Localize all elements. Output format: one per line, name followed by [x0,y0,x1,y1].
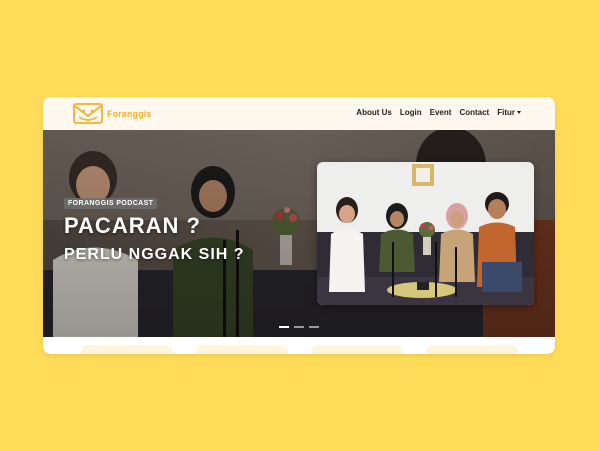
feature-card[interactable] [81,345,173,354]
hero-subheadline: PERLU NGGAK SIH ? [64,246,245,263]
carousel-indicator[interactable] [294,326,304,328]
brand[interactable]: Foranggis [73,103,151,124]
podcast-preview-image [317,162,534,305]
nav-login[interactable]: Login [400,108,422,117]
brand-name: Foranggis [107,108,152,119]
main-nav: About Us Login Event Contact Fitur [356,108,521,117]
carousel-indicator[interactable] [309,326,319,328]
nav-fitur-label: Fitur [497,108,515,117]
nav-event[interactable]: Event [430,108,452,117]
feature-card[interactable] [426,345,518,354]
podcast-badge: FORANGGIS PODCAST [64,198,158,209]
feature-cards-row [43,337,555,354]
carousel-indicator[interactable] [279,326,289,328]
navbar: Foranggis About Us Login Event Contact F… [43,97,555,130]
hero-headline: PACARAN ? [64,213,201,238]
feature-card[interactable] [196,345,288,354]
hero-carousel[interactable]: FORANGGIS PODCAST PACARAN ? PERLU NGGAK … [43,130,555,337]
nav-fitur-dropdown[interactable]: Fitur [497,108,521,117]
chevron-down-icon [517,111,521,114]
nav-contact[interactable]: Contact [459,108,489,117]
nav-about-us[interactable]: About Us [356,108,392,117]
browser-window: Foranggis About Us Login Event Contact F… [43,97,555,354]
carousel-indicators [279,326,319,328]
envelope-logo-icon [73,103,103,124]
feature-card[interactable] [311,345,403,354]
